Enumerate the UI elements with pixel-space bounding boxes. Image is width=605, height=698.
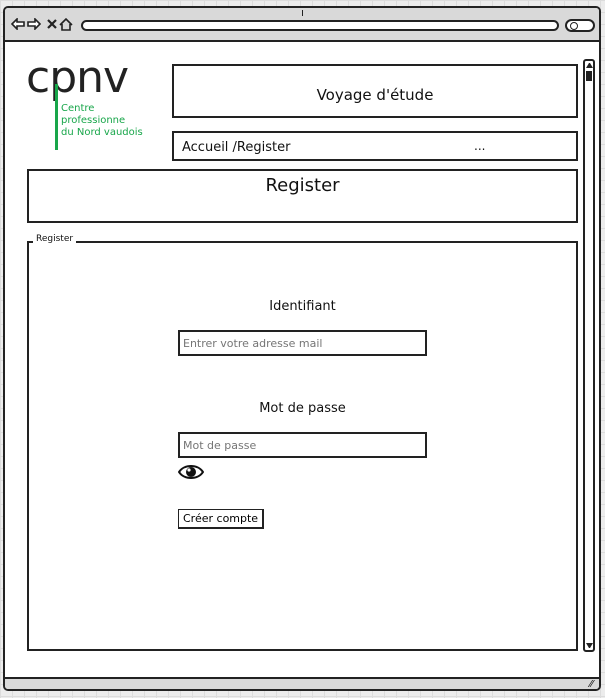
scroll-down-icon[interactable] [586, 643, 593, 648]
scrollbar-thumb[interactable] [586, 71, 592, 81]
search-icon[interactable] [565, 19, 595, 32]
breadcrumb-ellipsis: ... [474, 139, 486, 153]
page-title: Register [265, 175, 340, 196]
password-label: Mot de passe [259, 401, 346, 416]
cpnv-logo: cpnv Centre professionne du Nord vaudois [25, 52, 155, 150]
vertical-scrollbar[interactable] [583, 59, 595, 652]
logo-accent-bar [55, 84, 58, 150]
identifier-label: Identifiant [269, 299, 336, 314]
password-input[interactable] [178, 432, 427, 458]
logo-subtitle: Centre professionne du Nord vaudois [61, 103, 143, 138]
close-icon[interactable] [45, 17, 59, 31]
browser-toolbar [5, 8, 599, 42]
site-title: Voyage d'étude [316, 86, 434, 104]
logo-wordmark: cpnv [26, 52, 129, 103]
resize-grip-icon[interactable]: ⁄⁄ [590, 680, 593, 690]
breadcrumb-path[interactable]: Accueil /Register [182, 140, 290, 155]
identifier-input[interactable] [178, 330, 427, 356]
home-icon[interactable] [59, 17, 73, 31]
address-bar[interactable] [81, 20, 559, 31]
arrow-right-icon[interactable] [27, 17, 41, 31]
eye-icon[interactable] [177, 463, 205, 481]
window-grip [302, 10, 303, 16]
arrow-left-icon[interactable] [11, 17, 25, 31]
register-fieldset: Register Identifiant Mot de passe Créer … [27, 234, 578, 651]
scroll-up-icon[interactable] [586, 63, 593, 68]
site-title-panel: Voyage d'étude [172, 64, 578, 118]
fieldset-legend: Register [33, 234, 77, 244]
page-content: cpnv Centre professionne du Nord vaudois… [5, 44, 585, 651]
status-bar: ⁄⁄ [5, 677, 599, 690]
create-account-button[interactable]: Créer compte [178, 509, 265, 529]
breadcrumb: Accueil /Register ... [172, 131, 578, 161]
browser-window: cpnv Centre professionne du Nord vaudois… [3, 6, 601, 691]
page-title-panel: Register [27, 169, 578, 223]
